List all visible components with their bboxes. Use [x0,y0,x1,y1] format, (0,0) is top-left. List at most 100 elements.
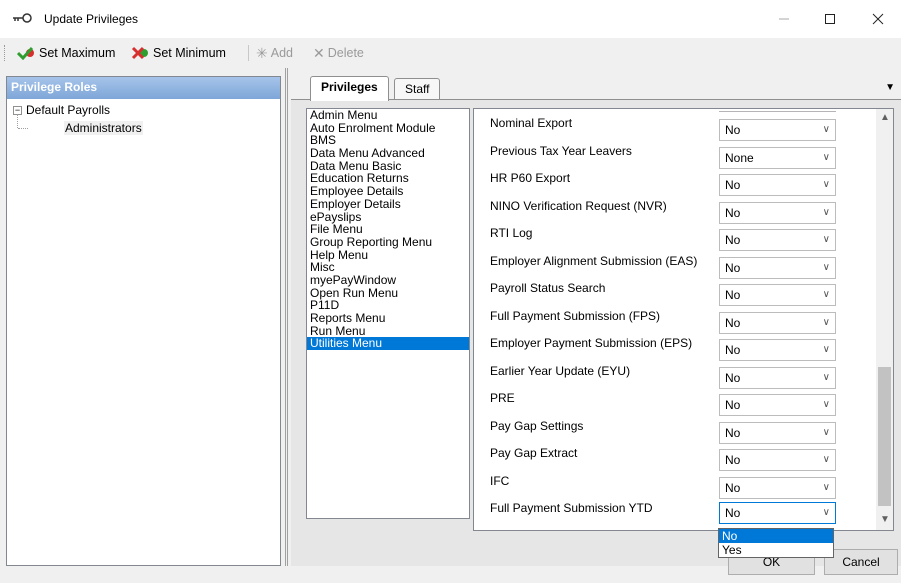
privilege-row: PRE No ∨ [474,391,879,419]
chevron-down-icon[interactable]: ∨ [823,450,830,470]
toolbar: Set Maximum Set Minimum ✳ Add ✕ Delete [0,39,901,66]
privilege-select[interactable]: No ∨ [719,476,836,499]
chevron-down-icon[interactable]: ∨ [823,503,830,523]
title-bar: Update Privileges [0,0,901,38]
chevron-down-icon[interactable]: ∨ [823,258,830,278]
chevron-down-icon[interactable]: ∨ [823,203,830,223]
privilege-select[interactable]: No ∨ [719,449,836,471]
privilege-value: No [725,398,741,412]
privilege-row: Payroll Status Search No ∨ [474,281,879,309]
tab-overflow-dropdown-icon[interactable]: ▼ [885,82,895,93]
scroll-up-icon[interactable]: ▲ [880,112,890,123]
menu-list-item[interactable]: Employee Details [307,185,469,198]
privilege-roles-header: Privilege Roles [7,77,280,99]
privilege-value: No [725,480,741,495]
delete-icon: ✕ [313,44,325,61]
chevron-down-icon[interactable]: ∨ [823,478,830,498]
privilege-row: Full Payment Submission (FPS) No ∨ [474,309,879,337]
tree-node-default-payrolls[interactable]: − Default Payrolls [13,103,110,117]
dropdown-option[interactable]: Yes [719,543,833,557]
privilege-label: Full Payment Submission (FPS) [490,308,661,323]
menu-list-item[interactable]: File Menu [307,223,469,236]
menu-list-item[interactable]: Reports Menu [307,312,469,325]
privilege-value: No [725,205,741,220]
privilege-label: Nominal Export [490,116,573,130]
privilege-value: No [725,506,741,520]
menu-list-item[interactable]: myePayWindow [307,274,469,287]
privilege-label: Payroll Status Search [490,281,606,295]
privilege-select[interactable]: No ∨ [719,119,836,141]
privilege-select[interactable]: No ∨ [719,229,836,251]
privilege-value: None [725,150,754,165]
privilege-select[interactable]: No ∨ [719,421,836,444]
chevron-down-icon[interactable]: ∨ [823,175,830,195]
chevron-down-icon[interactable]: ∨ [823,230,830,250]
scroll-down-icon[interactable]: ▼ [880,514,890,525]
tree-connector [17,114,18,128]
maximize-button[interactable] [807,0,853,38]
set-minimum-icon [131,46,148,60]
privilege-select[interactable]: No ∨ [719,394,836,416]
privilege-select[interactable]: No ∨ [719,339,836,361]
chevron-down-icon[interactable]: ∨ [823,285,830,305]
delete-button[interactable]: ✕ Delete [313,44,364,62]
menu-list-item[interactable]: Group Reporting Menu [307,236,469,249]
menu-list[interactable]: Admin Menu Auto Enrolment Module BMS Data M… [306,108,470,519]
close-button[interactable] [855,0,901,38]
key-icon [11,12,33,27]
privilege-select[interactable]: No ∨ [719,502,836,524]
privilege-value: No [725,260,741,275]
menu-list-item[interactable]: Data Menu Advanced [307,147,469,160]
cancel-button[interactable]: Cancel [824,549,898,575]
privilege-value: No [725,370,741,385]
tree-node-administrators[interactable]: Administrators [64,121,143,135]
privilege-label: Pay Gap Settings [490,418,584,433]
splitter[interactable] [285,68,288,566]
privilege-value: No [725,315,741,330]
chevron-down-icon[interactable]: ∨ [823,423,830,443]
close-icon [872,13,884,25]
chevron-down-icon[interactable]: ∨ [823,120,830,140]
menu-list-item[interactable]: Utilities Menu [307,337,469,351]
privilege-row: Pay Gap Extract No ∨ [474,446,879,474]
privileges-grid: ▲ ▼ Nominal Export No ∨ Previous Tax Year L… [473,108,894,531]
chevron-down-icon[interactable]: ∨ [823,313,830,333]
privilege-select[interactable]: No ∨ [719,311,836,334]
privilege-select[interactable]: No ∨ [719,174,836,196]
privilege-row: HR P60 Export No ∨ [474,171,879,199]
delete-label: Delete [327,46,364,60]
set-minimum-button[interactable]: Set Minimum [131,44,226,62]
tab-staff[interactable]: Staff [394,78,441,100]
minimize-button[interactable] [761,0,807,38]
privilege-row: Earlier Year Update (EYU) No ∨ [474,364,879,392]
tab-privileges[interactable]: Privileges [310,76,389,101]
add-button[interactable]: ✳ Add [256,44,293,62]
chevron-down-icon[interactable]: ∨ [823,368,830,388]
privilege-row: Nominal Export No ∨ [474,116,879,144]
set-maximum-button[interactable]: Set Maximum [17,44,115,62]
privilege-dropdown-list[interactable]: No Yes [718,528,834,558]
scrollbar-thumb[interactable] [878,367,891,506]
privilege-select[interactable]: No ∨ [719,256,836,279]
menu-list-item[interactable]: Employer Details [307,198,469,211]
privilege-label: Full Payment Submission YTD [490,501,653,515]
privilege-row: RTI Log No ∨ [474,226,879,254]
privilege-row: Employer Alignment Submission (EAS) No ∨ [474,254,879,282]
privilege-roles-panel: Privilege Roles − Default Payrolls Admin… [6,76,281,566]
privilege-select[interactable]: None ∨ [719,146,836,169]
dropdown-option[interactable]: No [719,529,833,543]
chevron-down-icon[interactable]: ∨ [823,148,830,168]
menu-list-item[interactable]: Admin Menu [307,109,469,122]
privilege-row: Pay Gap Settings No ∨ [474,419,879,447]
privilege-row: Employer Payment Submission (EPS) No ∨ [474,336,879,364]
chevron-down-icon[interactable]: ∨ [823,395,830,415]
privilege-label: PRE [490,391,515,405]
privilege-select[interactable]: No ∨ [719,201,836,224]
chevron-down-icon[interactable]: ∨ [823,340,830,360]
privilege-label: Pay Gap Extract [490,446,578,460]
privilege-select[interactable]: No ∨ [719,366,836,389]
privilege-select[interactable]: No ∨ [719,284,836,306]
privilege-label: Employer Payment Submission (EPS) [490,336,693,350]
add-icon: ✳ [256,44,268,61]
minimize-icon [779,18,789,20]
